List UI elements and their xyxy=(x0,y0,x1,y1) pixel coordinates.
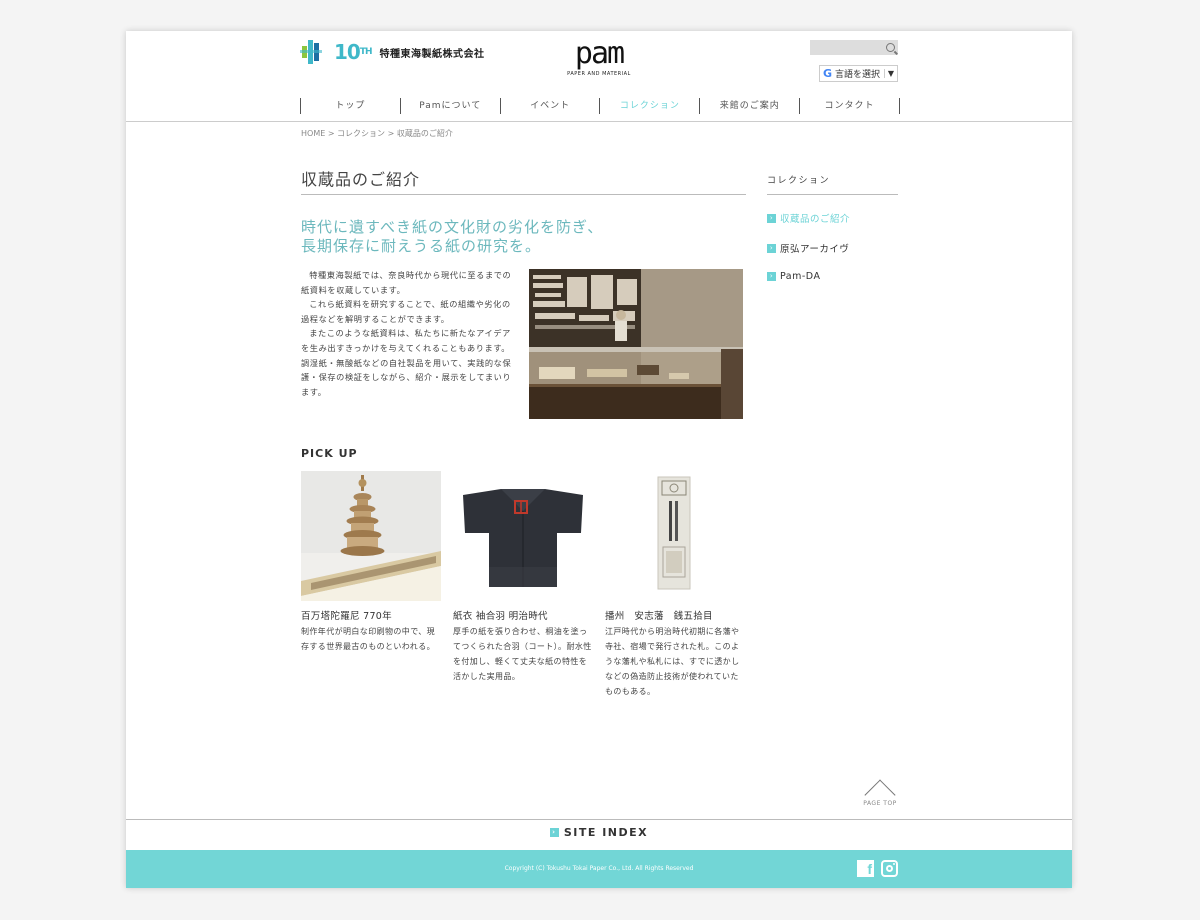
sidebar-item-hara-archive[interactable]: › 原弘アーカイヴ xyxy=(767,241,849,255)
nav-item-top[interactable]: トップ xyxy=(300,98,400,114)
hansatsu-note-photo xyxy=(605,471,745,601)
pickup-item-desc: 江戸時代から明治時代初期に各藩や寺社、宿場で発行された札。このような藩札や私札に… xyxy=(605,627,740,696)
company-name: 特種東海製紙株式会社 xyxy=(379,48,485,60)
paper-coat-photo xyxy=(453,471,593,601)
intro-paragraph-3: またこのような紙資料は、私たちに新たなアイデアを生み出すきっかけを与えてくれるこ… xyxy=(301,328,512,397)
copyright-text: Copyright (C) Tokushu Tokai Paper Co., L… xyxy=(504,865,694,872)
language-select[interactable]: G 言語を選択 ▼ xyxy=(819,65,898,82)
nav-item-visit[interactable]: 来館のご案内 xyxy=(699,98,799,114)
chevron-right-icon: › xyxy=(767,213,776,223)
footer-divider xyxy=(126,819,1072,820)
language-select-label: 言語を選択 xyxy=(835,70,881,80)
pickup-item-name: 百万塔陀羅尼 770年 xyxy=(301,611,392,622)
search-icon[interactable] xyxy=(886,43,895,52)
anniversary-number: 10TH xyxy=(334,40,372,64)
pagoda-photo xyxy=(301,471,441,601)
chevron-right-icon: › xyxy=(767,272,776,281)
breadcrumb[interactable]: HOME > コレクション > 収蔵品のご紹介 xyxy=(301,128,453,139)
site-index-link[interactable]: › SITE INDEX xyxy=(126,826,1072,839)
sidebar-divider xyxy=(767,194,898,195)
pickup-item-desc: 制作年代が明白な印刷物の中で、現存する世界最古のものといわれる。 xyxy=(301,627,436,651)
logo-mark-icon xyxy=(300,40,330,64)
sidebar-item-pam-da[interactable]: › Pam-DA xyxy=(767,271,820,282)
title-divider xyxy=(301,194,746,195)
nav-item-about[interactable]: Pamについて xyxy=(399,98,500,114)
google-icon: G xyxy=(823,67,833,80)
facebook-icon[interactable]: f xyxy=(857,860,874,877)
anniversary-logo[interactable]: 10TH 特種東海製紙株式会社 xyxy=(300,40,485,64)
page-title: 収蔵品のご紹介 xyxy=(301,170,421,189)
pickup-item[interactable]: 百万塔陀羅尼 770年 制作年代が明白な印刷物の中で、現存する世界最古のものとい… xyxy=(301,471,441,654)
intro-text: 特種東海製紙では、奈良時代から現代に至るまでの紙資料を収蔵しています。 これら紙… xyxy=(301,268,513,399)
pam-logo-word: pam xyxy=(574,36,625,71)
chevron-right-icon: › xyxy=(767,243,776,253)
chevron-right-icon: › xyxy=(549,828,559,837)
sidebar-item-label: Pam-DA xyxy=(780,271,821,282)
nav-item-contact[interactable]: コンタクト xyxy=(799,98,900,114)
exhibition-room-photo xyxy=(529,269,743,419)
sidebar-item-label: 収蔵品のご紹介 xyxy=(780,214,851,225)
chevron-down-icon: ▼ xyxy=(883,69,897,78)
lead-line-2: 長期保存に耐えうる紙の研究を。 xyxy=(301,237,542,255)
sidebar-item-label: 原弘アーカイヴ xyxy=(780,244,850,255)
nav-item-collection[interactable]: コレクション xyxy=(599,98,699,114)
sidebar-item-collection-intro[interactable]: › 収蔵品のご紹介 xyxy=(767,211,850,225)
pam-logo-subtitle: PAPER AND MATERIAL xyxy=(567,71,631,77)
pickup-item-name: 紙衣 袖合羽 明治時代 xyxy=(453,611,548,622)
pickup-item-name: 播州 安志藩 銭五拾目 xyxy=(605,611,713,622)
main-nav: トップ Pamについて イベント コレクション 来館のご案内 コンタクト xyxy=(300,98,900,114)
search-input[interactable] xyxy=(810,40,898,55)
pam-logo[interactable]: pam PAPER AND MATERIAL xyxy=(566,36,632,78)
pickup-heading: PICK UP xyxy=(301,447,358,460)
page-top-button[interactable]: PAGE TOP xyxy=(862,776,898,811)
instagram-icon[interactable] xyxy=(881,860,898,877)
nav-item-event[interactable]: イベント xyxy=(499,98,600,114)
sidebar-title: コレクション xyxy=(767,176,831,186)
intro-paragraph-2: これら紙資料を研究することで、紙の組織や劣化の過程などを解明することができます。 xyxy=(301,299,511,324)
pickup-item-desc: 厚手の紙を張り合わせ、桐油を塗ってつくられた合羽（コート）。耐水性を付加し、軽く… xyxy=(453,627,592,681)
page-container: 10TH 特種東海製紙株式会社 pam PAPER AND MATERIAL G… xyxy=(126,31,1072,888)
intro-paragraph-1: 特種東海製紙では、奈良時代から現代に至るまでの紙資料を収蔵しています。 xyxy=(301,270,512,295)
pickup-item[interactable]: 紙衣 袖合羽 明治時代 厚手の紙を張り合わせ、桐油を塗ってつくられた合羽（コート… xyxy=(453,471,593,684)
header-divider xyxy=(126,121,1072,122)
pickup-item[interactable]: 播州 安志藩 銭五拾目 江戸時代から明治時代初期に各藩や寺社、宿場で発行された札… xyxy=(605,471,745,699)
lead-heading: 時代に遺すべき紙の文化財の劣化を防ぎ、 長期保存に耐えうる紙の研究を。 xyxy=(301,218,603,256)
footer-bar: Copyright (C) Tokushu Tokai Paper Co., L… xyxy=(126,850,1072,888)
site-index-label: SITE INDEX xyxy=(563,826,649,839)
lead-line-1: 時代に遺すべき紙の文化財の劣化を防ぎ、 xyxy=(301,218,604,236)
